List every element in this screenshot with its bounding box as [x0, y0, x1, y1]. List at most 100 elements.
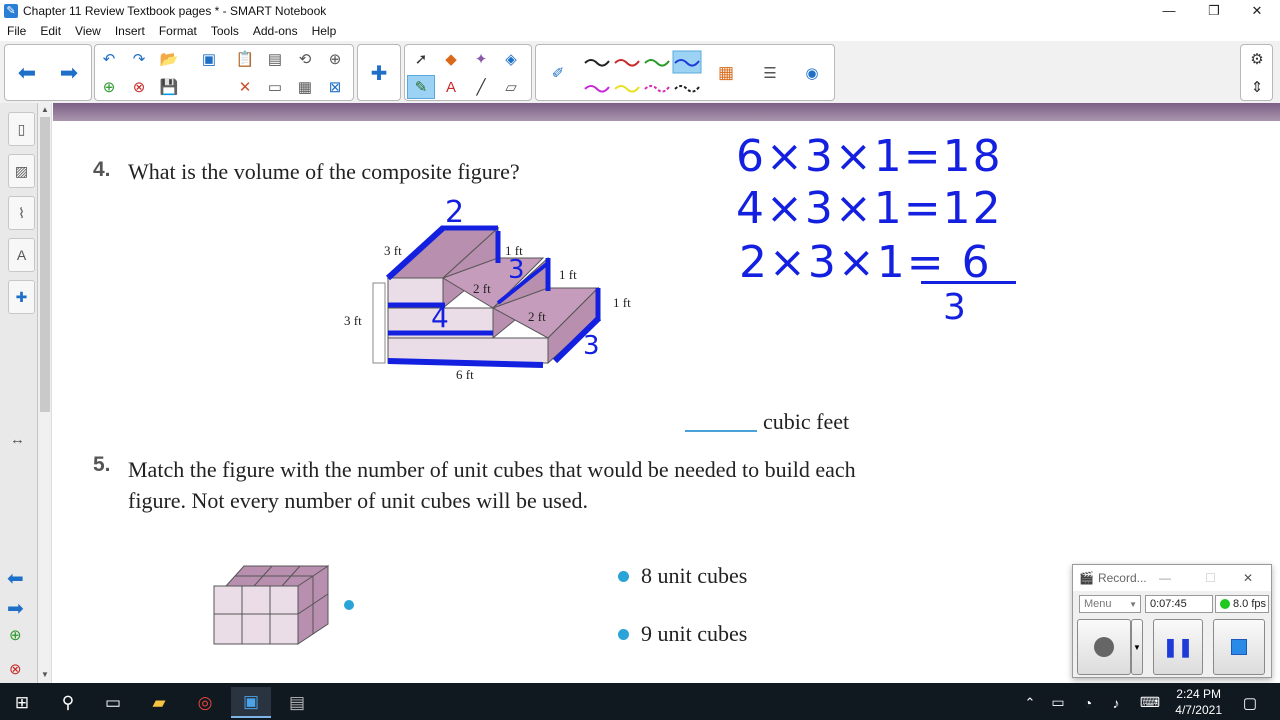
open-file-icon[interactable]: 📂	[155, 47, 183, 71]
recorder-elapsed: 0:07:45	[1145, 595, 1213, 613]
record-button[interactable]	[1077, 619, 1131, 675]
resize-arrows-icon[interactable]: ↔	[10, 431, 25, 448]
screen-recorder-window: 🎬 Record... — ☐ ✕ Menu ▼ 0:07:45 8.0 fps…	[1072, 564, 1272, 678]
table-icon[interactable]: ▦	[291, 75, 319, 99]
delete-icon[interactable]: ✕	[231, 75, 259, 99]
restore-button[interactable]: ❐	[1191, 0, 1237, 21]
ink-mark-3b: 3	[583, 331, 602, 361]
add-page-icon[interactable]: ⊕	[95, 75, 123, 99]
recorder-close-icon[interactable]: ✕	[1243, 571, 1253, 585]
properties-tab-icon[interactable]: A	[8, 238, 35, 272]
menu-edit[interactable]: Edit	[33, 24, 68, 38]
attachments-icon[interactable]: ⌇	[8, 196, 35, 230]
shapes-icon[interactable]: ◆	[437, 47, 465, 71]
task-view-icon[interactable]: ▭	[93, 687, 133, 718]
option-dot[interactable]	[618, 570, 629, 582]
match-dot[interactable]	[344, 600, 354, 610]
menu-tools[interactable]: Tools	[204, 24, 246, 38]
screen-shade-icon[interactable]: ▣	[195, 47, 223, 71]
page-sorter-icon[interactable]: ▯	[8, 112, 35, 146]
notifications-icon[interactable]: ▢	[1230, 687, 1270, 718]
magnifier-icon[interactable]: ⊕	[321, 47, 349, 71]
keyboard-icon[interactable]: ⌨	[1130, 687, 1170, 718]
pause-button[interactable]: ❚❚	[1153, 619, 1203, 675]
option-dot[interactable]	[618, 628, 629, 640]
vertical-scrollbar[interactable]: ▲ ▼	[38, 103, 52, 683]
menu-file[interactable]: File	[0, 24, 33, 38]
menu-format[interactable]: Format	[152, 24, 204, 38]
paste-icon[interactable]: 📋	[231, 47, 259, 71]
magic-pen-icon[interactable]: ✦	[467, 47, 495, 71]
properties-icon[interactable]: ◉	[798, 61, 826, 85]
save-icon[interactable]: 💾	[155, 75, 183, 99]
recorder-taskbar-icon[interactable]: ▤	[277, 687, 317, 718]
windows-taskbar: ⊞ ⚲ ▭ ▰ ◎ ▣ ▤ ⌃ ▭ ◔ ♪ ⌨ 2:24 PM 4/7/2021…	[0, 683, 1280, 720]
ink-sum-digit: 3	[943, 287, 968, 328]
stop-button[interactable]	[1213, 619, 1265, 675]
toolbar: ⬅ ➡ ↶ ↷ 📂 ▣ 📋 ▤ ⟲ ⊕ ⊕ ⊗ 💾 ✕ ▭ ▦ ⊠ ✚ ➚ ◆ …	[0, 41, 1280, 103]
taskbar-clock[interactable]: 2:24 PM 4/7/2021	[1175, 686, 1222, 718]
move-toolbar-icon[interactable]: ⇕	[1243, 75, 1271, 99]
option-8-unit-cubes[interactable]: 8 unit cubes	[618, 563, 747, 589]
ink-equation-2: 4×3×1=12	[736, 183, 1003, 234]
line-style-icon[interactable]: ☰	[756, 61, 784, 85]
close-button[interactable]: ✕	[1234, 0, 1280, 21]
chrome-icon[interactable]: ◎	[185, 687, 225, 718]
recorder-fps: 8.0 fps	[1215, 595, 1269, 613]
smart-notebook-icon: ✎	[4, 3, 18, 18]
select-arrow-icon[interactable]: ➚	[407, 47, 435, 71]
file-explorer-icon[interactable]: ▰	[139, 687, 179, 718]
minimize-button[interactable]: —	[1146, 0, 1192, 21]
recorder-minimize-icon[interactable]: —	[1159, 571, 1171, 585]
addons-tab-icon[interactable]: ✚	[8, 280, 35, 314]
record-options-dropdown[interactable]: ▼	[1131, 619, 1143, 675]
delete-page-icon[interactable]: ⊗	[125, 75, 153, 99]
full-screen-icon[interactable]: ▭	[261, 75, 289, 99]
pens-icon[interactable]: ✎	[407, 75, 435, 99]
menu-help[interactable]: Help	[305, 24, 344, 38]
menu-view[interactable]: View	[68, 24, 108, 38]
redo-icon[interactable]: ↷	[125, 47, 153, 71]
figure-label-1ft-b: 1 ft	[559, 267, 577, 282]
color-palette-icon[interactable]: ▦	[712, 61, 740, 85]
answer-blank	[685, 430, 757, 432]
gallery-icon[interactable]: ▨	[8, 154, 35, 188]
menu-addons[interactable]: Add-ons	[246, 24, 305, 38]
smart-notebook-taskbar-icon[interactable]: ▣	[231, 687, 271, 718]
question-4-number: 4.	[93, 158, 111, 181]
windows-start-icon[interactable]: ⊞	[2, 687, 42, 718]
recorder-menu-dropdown[interactable]: Menu ▼	[1079, 595, 1141, 613]
fill-icon[interactable]: ◈	[497, 47, 525, 71]
undo-icon[interactable]: ↶	[95, 47, 123, 71]
figure-label-6ft: 6 ft	[456, 367, 474, 382]
pen-properties-group: ✐ ▦ ☰ ◉	[535, 44, 835, 101]
line-icon[interactable]: ╱	[467, 75, 495, 99]
clock-date: 4/7/2021	[1175, 703, 1222, 717]
scroll-thumb[interactable]	[40, 117, 50, 412]
text-icon[interactable]: A	[437, 75, 465, 99]
option-9-unit-cubes[interactable]: 9 unit cubes	[618, 621, 747, 647]
side-previous-arrow-icon[interactable]: ⬅	[7, 566, 24, 591]
menu-insert[interactable]: Insert	[108, 24, 152, 38]
side-delete-page-icon[interactable]: ⊗	[9, 660, 22, 678]
refresh-icon[interactable]: ⟲	[291, 47, 319, 71]
recorder-title-bar: 🎬 Record... — ☐ ✕	[1073, 565, 1271, 591]
side-add-page-icon[interactable]: ⊕	[9, 626, 22, 644]
search-icon[interactable]: ⚲	[48, 687, 88, 718]
question-5-text: Match the figure with the number of unit…	[128, 457, 856, 513]
side-next-arrow-icon[interactable]: ➡	[7, 596, 24, 621]
ink-equation-1: 6×3×1=18	[736, 131, 1003, 182]
screen-capture-icon[interactable]: ▤	[261, 47, 289, 71]
close-x-icon[interactable]: ⊠	[321, 75, 349, 99]
gear-icon[interactable]: ⚙	[1243, 47, 1271, 71]
scroll-down-icon[interactable]: ▼	[41, 670, 49, 679]
puzzle-icon[interactable]: ✚	[365, 61, 393, 85]
scroll-up-icon[interactable]: ▲	[41, 105, 49, 114]
addons-group: ✚	[357, 44, 401, 101]
unit-cube-figure	[213, 565, 330, 645]
pen-style-icon[interactable]: ✐	[544, 61, 572, 85]
next-page-arrow-icon[interactable]: ➡	[55, 60, 83, 85]
eraser-icon[interactable]: ▱	[497, 75, 525, 99]
previous-page-arrow-icon[interactable]: ⬅	[13, 60, 41, 85]
recorder-maximize-icon[interactable]: ☐	[1205, 571, 1216, 585]
